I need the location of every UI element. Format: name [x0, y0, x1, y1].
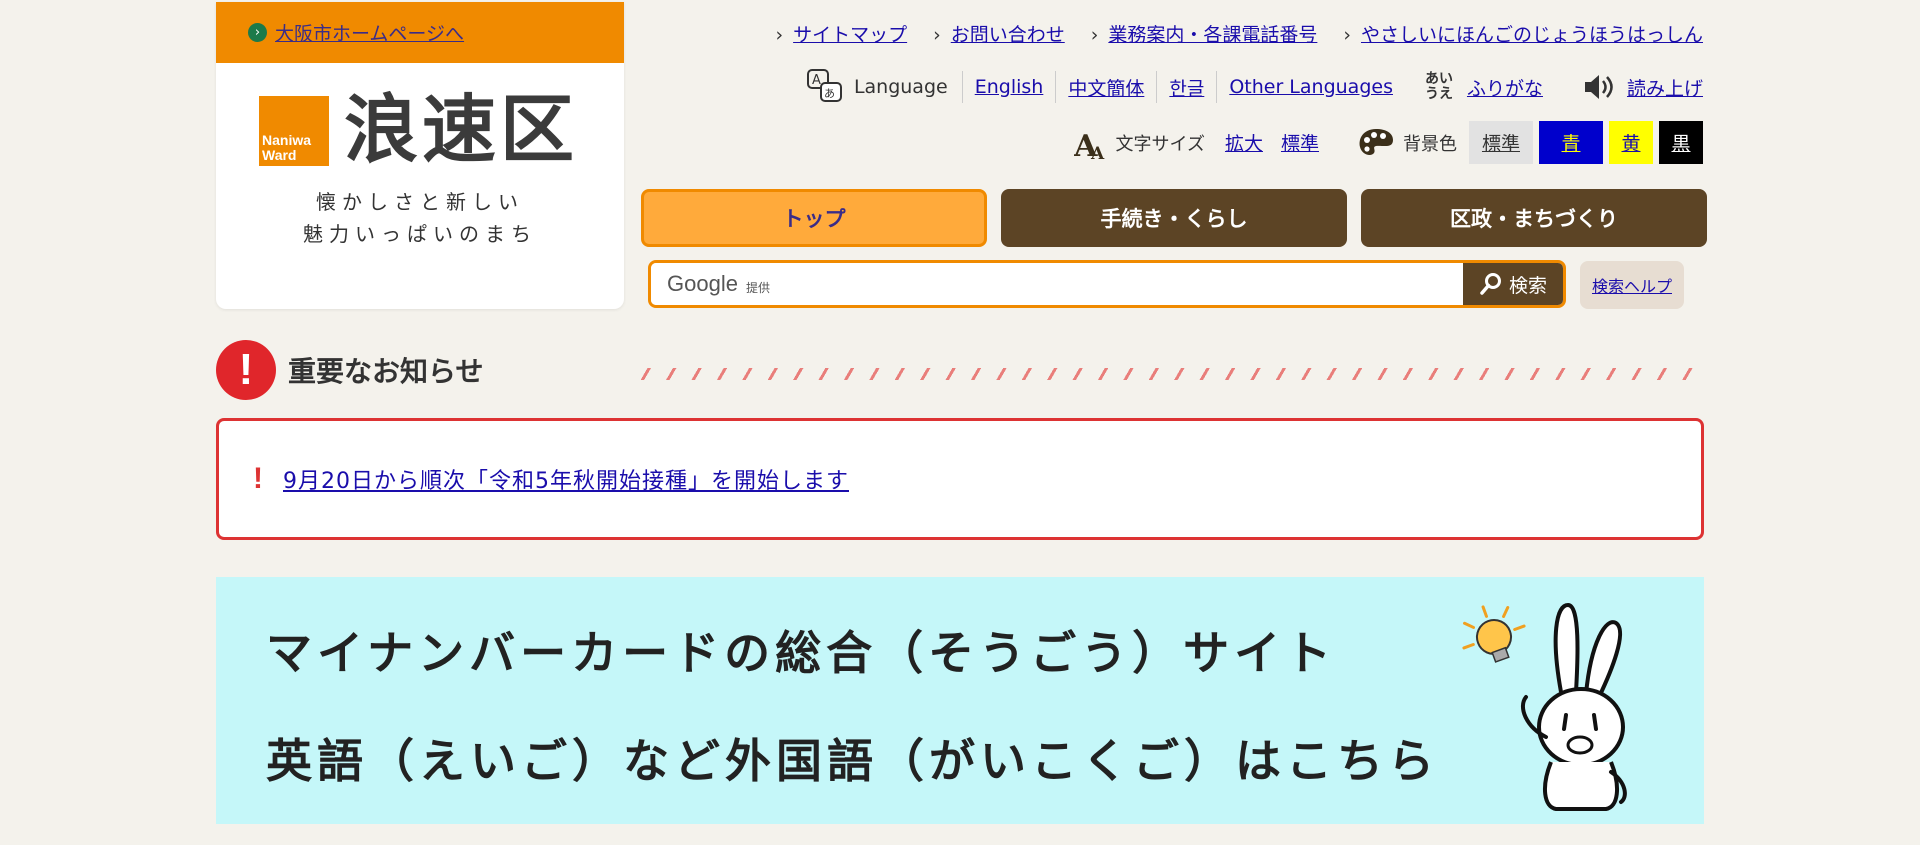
- util-link-sitemap-label[interactable]: サイトマップ: [793, 24, 907, 46]
- bg-black-button[interactable]: 黒: [1659, 121, 1703, 164]
- google-label: Google: [667, 271, 738, 296]
- furigana-link[interactable]: ふりがな: [1467, 74, 1543, 101]
- search-help-label[interactable]: 検索ヘルプ: [1592, 273, 1672, 297]
- logo-mark-text-2: Ward: [262, 147, 297, 163]
- divider: [1055, 71, 1057, 103]
- read-aloud-link[interactable]: 読み上げ: [1627, 74, 1703, 101]
- search-icon: [1480, 273, 1501, 295]
- exclamation-icon: !: [253, 462, 263, 495]
- ward-tagline: 懐かしさと新しい 魅力いっぱいのまち: [216, 186, 624, 250]
- divider: [1216, 71, 1218, 103]
- arrow-right-icon: ›: [248, 23, 267, 42]
- language-label: Language: [853, 76, 948, 98]
- util-link-contact[interactable]: お問い合わせ: [933, 20, 1065, 47]
- svg-text:あ: あ: [824, 87, 835, 100]
- google-provided-label: 提供: [745, 280, 770, 295]
- text-standard-link[interactable]: 標準: [1281, 129, 1319, 156]
- text-enlarge-link[interactable]: 拡大: [1225, 129, 1263, 156]
- divider: [961, 71, 963, 103]
- util-link-sitemap[interactable]: サイトマップ: [776, 20, 907, 47]
- notice-list: ! 9月20日から順次「令和5年秋開始接種」を開始します: [216, 418, 1704, 540]
- search-box: Google 提供 検索: [648, 260, 1566, 308]
- lang-english[interactable]: English: [975, 76, 1044, 98]
- logo-block: › 大阪市ホームページへ Naniwa Ward 浪速区 懐かしさと新しい 魅力…: [216, 2, 624, 309]
- search-help-button[interactable]: 検索ヘルプ: [1580, 261, 1684, 309]
- utility-links: サイトマップ お問い合わせ 業務案内・各課電話番号 やさしいにほんごのじょうほう…: [776, 20, 1703, 47]
- decorative-slash-divider: [636, 368, 1704, 380]
- util-link-easy-japanese[interactable]: やさしいにほんごのじょうほうはっしん: [1343, 20, 1703, 47]
- display-settings: A A 文字サイズ 拡大 標準 背景色 標準 青 黄 黒: [1074, 121, 1703, 164]
- furigana-icon-line-2: うえ: [1424, 86, 1453, 102]
- notice-title: 重要なお知らせ: [288, 355, 484, 388]
- util-link-contact-label[interactable]: お問い合わせ: [951, 24, 1065, 46]
- translate-icon: A あ: [806, 69, 842, 102]
- search-input[interactable]: Google 提供: [651, 263, 1463, 305]
- tagline-line-2: 魅力いっぱいのまち: [303, 222, 537, 246]
- tagline-line-1: 懐かしさと新しい: [316, 190, 524, 214]
- search-button[interactable]: 検索: [1463, 263, 1563, 305]
- bg-color-label: 背景色: [1403, 133, 1457, 155]
- important-notice-heading: ! 重要なお知らせ: [216, 340, 483, 400]
- furigana-icon-line-1: あい: [1424, 71, 1453, 87]
- tab-ward-administration[interactable]: 区政・まちづくり: [1361, 189, 1707, 247]
- bg-standard-button[interactable]: 標準: [1469, 121, 1533, 164]
- lang-chinese[interactable]: 中文簡体: [1068, 74, 1144, 101]
- divider: [1156, 71, 1158, 103]
- logo-mark-text-1: Naniwa: [262, 132, 312, 148]
- notice-item-link[interactable]: 9月20日から順次「令和5年秋開始接種」を開始します: [283, 463, 849, 495]
- city-homepage-link[interactable]: 大阪市ホームページへ: [275, 19, 464, 46]
- text-size-label: 文字サイズ: [1115, 133, 1205, 155]
- lang-korean[interactable]: 한글: [1169, 74, 1204, 101]
- banner-line-2: 英語（えいご）など外国語（がいこくご）はこちら: [266, 734, 1439, 788]
- tab-procedures-living[interactable]: 手続き・くらし: [1001, 189, 1347, 247]
- search-button-label: 検索: [1508, 274, 1547, 297]
- ward-logo-mark: Naniwa Ward: [259, 96, 329, 166]
- main-nav: トップ 手続き・くらし 区政・まちづくり: [641, 189, 1707, 247]
- lang-other[interactable]: Other Languages: [1229, 76, 1393, 98]
- city-homepage-bar: › 大阪市ホームページへ: [216, 2, 624, 63]
- util-link-departments-label[interactable]: 業務案内・各課電話番号: [1108, 24, 1317, 46]
- speaker-icon: [1584, 75, 1613, 99]
- svg-text:A: A: [812, 73, 821, 88]
- tab-top[interactable]: トップ: [641, 189, 987, 247]
- alert-icon: !: [216, 340, 276, 400]
- svg-text:A: A: [1090, 144, 1105, 160]
- furigana-icon: あい うえ: [1425, 72, 1453, 102]
- palette-icon: [1359, 128, 1393, 155]
- language-bar: A あ Language English 中文簡体 한글 Other Langu…: [806, 68, 1703, 106]
- bg-yellow-button[interactable]: 黄: [1609, 121, 1653, 164]
- mynumber-card-banner[interactable]: マイナンバーカードの総合（そうごう）サイト 英語（えいご）など外国語（がいこくご…: [216, 577, 1704, 824]
- ward-name[interactable]: 浪速区: [344, 86, 578, 174]
- text-size-icon: A A: [1074, 129, 1105, 160]
- banner-line-1: マイナンバーカードの総合（そうごう）サイト: [266, 626, 1337, 680]
- rabbit-mascot-icon: [1462, 602, 1627, 811]
- util-link-departments[interactable]: 業務案内・各課電話番号: [1091, 20, 1317, 47]
- bg-blue-button[interactable]: 青: [1539, 121, 1603, 164]
- util-link-easy-japanese-label[interactable]: やさしいにほんごのじょうほうはっしん: [1361, 24, 1703, 46]
